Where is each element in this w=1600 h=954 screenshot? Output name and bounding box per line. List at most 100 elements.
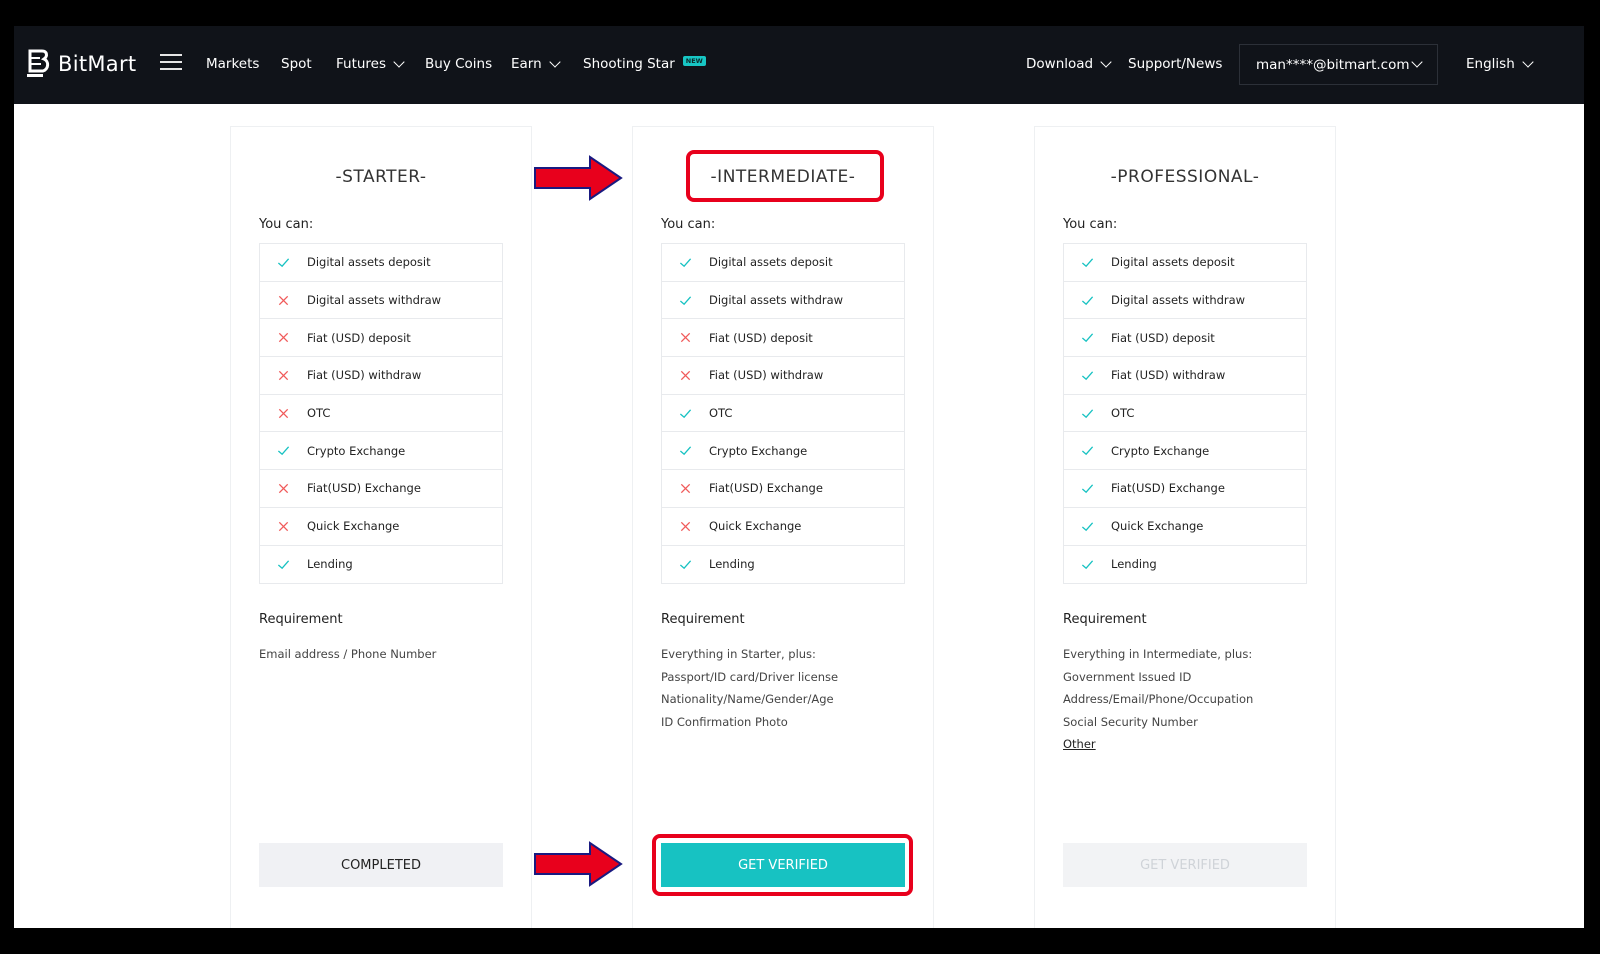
check-icon — [1064, 407, 1111, 420]
feature-label: Crypto Exchange — [1111, 443, 1210, 458]
red-arrow-icon — [534, 155, 623, 201]
tier-card-starter: -STARTER- You can: Digital assets deposi… — [230, 126, 532, 928]
feature-label: Lending — [709, 557, 755, 572]
logo[interactable]: BitMart — [26, 48, 136, 80]
feature-label: Fiat (USD) deposit — [1111, 330, 1215, 345]
check-icon — [1064, 256, 1111, 269]
feature-label: Quick Exchange — [709, 519, 802, 534]
check-icon — [1064, 482, 1111, 495]
nav-shooting-star[interactable]: Shooting Star NEW — [583, 56, 706, 72]
get-verified-button-disabled: GET VERIFIED — [1063, 843, 1307, 887]
feature-row: Lending — [260, 546, 502, 584]
feature-row: Quick Exchange — [662, 508, 904, 546]
requirement-title: Requirement — [661, 612, 745, 627]
check-icon — [662, 294, 709, 307]
tier-card-intermediate: -INTERMEDIATE- You can: Digital assets d… — [632, 126, 934, 928]
feature-label: Fiat(USD) Exchange — [1111, 481, 1225, 496]
requirement-item: Address/Email/Phone/Occupation — [1063, 692, 1254, 706]
new-badge: NEW — [682, 56, 706, 66]
check-icon — [662, 407, 709, 420]
nav-support-news[interactable]: Support/News — [1128, 56, 1222, 72]
cross-icon — [662, 331, 709, 344]
feature-label: Quick Exchange — [1111, 519, 1204, 534]
feature-list: Digital assets deposit Digital assets wit… — [1063, 243, 1307, 585]
check-icon — [1064, 520, 1111, 533]
feature-label: Digital assets withdraw — [1111, 293, 1246, 308]
feature-row: OTC — [1064, 395, 1306, 433]
logo-text: BitMart — [58, 52, 137, 76]
check-icon — [662, 444, 709, 457]
check-icon — [1064, 294, 1111, 307]
feature-row: Fiat(USD) Exchange — [260, 470, 502, 508]
feature-row: Fiat (USD) withdraw — [1064, 357, 1306, 395]
requirement-list: Email address / Phone Number — [259, 643, 436, 666]
cross-icon — [260, 482, 307, 495]
feature-label: Digital assets deposit — [1111, 255, 1235, 270]
tier-title: -PROFESSIONAL- — [1110, 167, 1260, 187]
language-select[interactable]: English — [1466, 55, 1534, 72]
feature-row: OTC — [662, 395, 904, 433]
feature-row: Lending — [1064, 546, 1306, 584]
feature-label: Fiat (USD) withdraw — [307, 368, 422, 383]
account-menu[interactable]: man****@bitmart.com — [1239, 44, 1438, 85]
nav-spot[interactable]: Spot — [281, 56, 312, 72]
cross-icon — [260, 407, 307, 420]
chevron-down-icon — [1100, 55, 1112, 68]
feature-label: Fiat (USD) withdraw — [1111, 368, 1226, 383]
requirement-item: Government Issued ID — [1063, 669, 1192, 684]
browser-frame: BitMart Markets Spot Futures Buy Coins E… — [14, 26, 1584, 928]
feature-row: OTC — [260, 395, 502, 433]
feature-label: Fiat(USD) Exchange — [307, 481, 421, 496]
requirement-list: Everything in Intermediate, plus: Governm… — [1063, 643, 1253, 756]
feature-label: Digital assets withdraw — [709, 293, 844, 308]
check-icon — [260, 256, 307, 269]
feature-label: Digital assets deposit — [709, 255, 833, 270]
account-email: man****@bitmart.com — [1256, 56, 1410, 73]
cross-icon — [260, 294, 307, 307]
feature-row: Fiat (USD) deposit — [1064, 319, 1306, 358]
feature-list: Digital assets deposit Digital assets wit… — [661, 243, 905, 585]
check-icon — [662, 558, 709, 571]
cross-icon — [260, 369, 307, 382]
feature-label: Lending — [307, 557, 353, 572]
feature-label: Quick Exchange — [307, 519, 400, 534]
feature-row: Digital assets deposit — [662, 244, 904, 282]
requirement-item: Everything in Intermediate, plus: — [1063, 647, 1253, 661]
nav-buy-coins[interactable]: Buy Coins — [425, 56, 492, 72]
feature-row: Quick Exchange — [1064, 508, 1306, 546]
requirement-item: Passport/ID card/Driver license — [661, 669, 839, 684]
highlight-box-button — [652, 834, 913, 896]
feature-row: Fiat(USD) Exchange — [662, 470, 904, 508]
cross-icon — [260, 331, 307, 344]
feature-row: Quick Exchange — [260, 508, 502, 546]
check-icon — [1064, 444, 1111, 457]
feature-row: Fiat (USD) withdraw — [260, 357, 502, 395]
nav-markets[interactable]: Markets — [206, 56, 259, 72]
cross-icon — [662, 482, 709, 495]
chevron-down-icon — [1522, 55, 1534, 68]
feature-label: Fiat (USD) deposit — [709, 330, 813, 345]
cross-icon — [662, 520, 709, 533]
menu-icon[interactable] — [160, 54, 182, 72]
check-icon — [662, 256, 709, 269]
feature-row: Digital assets withdraw — [662, 282, 904, 320]
nav-download[interactable]: Download — [1026, 55, 1112, 72]
check-icon — [260, 444, 307, 457]
feature-row: Crypto Exchange — [1064, 432, 1306, 471]
feature-label: Crypto Exchange — [709, 443, 808, 458]
nav-futures[interactable]: Futures — [336, 55, 405, 72]
requirement-item: Everything in Starter, plus: — [661, 647, 816, 661]
other-link[interactable]: Other — [1063, 733, 1253, 756]
chevron-down-icon — [549, 55, 561, 68]
you-can-label: You can: — [1063, 217, 1118, 232]
requirement-item: Social Security Number — [1063, 714, 1198, 729]
tier-title: -STARTER- — [335, 167, 427, 187]
nav-earn[interactable]: Earn — [511, 55, 561, 72]
feature-row: Lending — [662, 546, 904, 584]
check-icon — [1064, 369, 1111, 382]
feature-row: Crypto Exchange — [260, 432, 502, 471]
highlight-box-title — [686, 150, 884, 202]
feature-row: Fiat (USD) withdraw — [662, 357, 904, 395]
requirement-item: Nationality/Name/Gender/Age — [661, 692, 834, 706]
completed-button[interactable]: COMPLETED — [259, 843, 503, 887]
